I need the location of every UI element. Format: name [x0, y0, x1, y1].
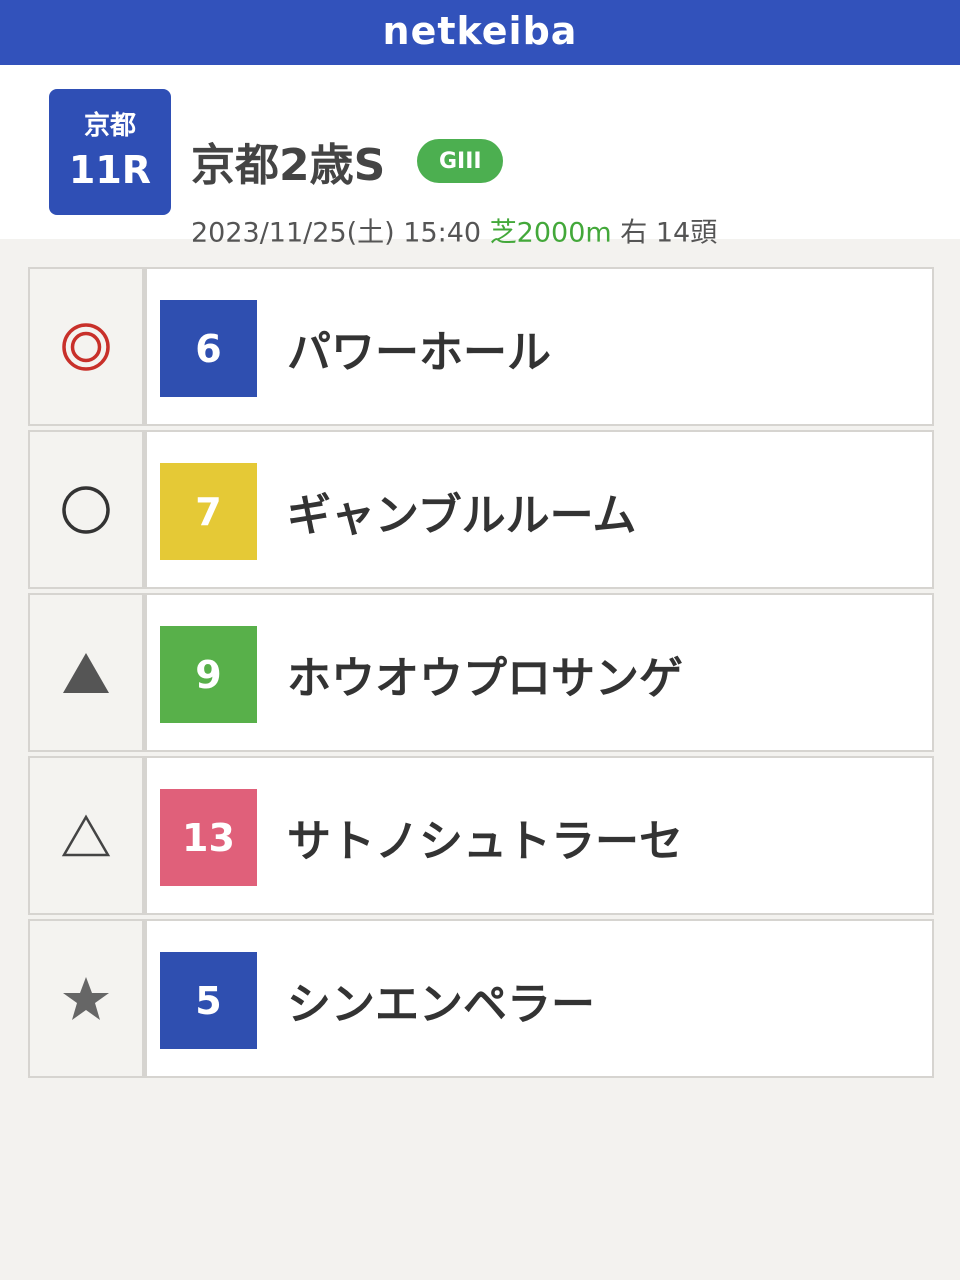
race-name: 京都2歳S [191, 140, 386, 191]
horse-cell[interactable]: 13 サトノシュトラーセ [145, 756, 934, 915]
horse-number-badge: 9 [160, 626, 257, 723]
double-circle-mark-icon [61, 322, 111, 372]
prediction-list: 6 パワーホール 7 ギャンブルルーム 9 ホウオウプロサンゲ 13 サトノシュ… [28, 267, 934, 1082]
prediction-row[interactable]: 9 ホウオウプロサンゲ [28, 593, 934, 752]
horse-number-badge: 5 [160, 952, 257, 1049]
horse-name[interactable]: ホウオウプロサンゲ [287, 642, 683, 706]
race-datetime: 2023/11/25(土) 15:40 [191, 217, 482, 249]
horse-number-badge: 7 [160, 463, 257, 560]
race-course: 芝2000m [489, 217, 612, 249]
mark-cell [28, 756, 142, 915]
top-bar: netkeiba [0, 0, 960, 65]
race-number: 11R [68, 148, 152, 192]
horse-cell[interactable]: 9 ホウオウプロサンゲ [145, 593, 934, 752]
mark-cell [28, 919, 142, 1078]
mark-cell [28, 430, 142, 589]
horse-cell[interactable]: 5 シンエンペラー [145, 919, 934, 1078]
prediction-row[interactable]: 6 パワーホール [28, 267, 934, 426]
horse-name[interactable]: サトノシュトラーセ [287, 805, 683, 869]
race-meta: 2023/11/25(土) 15:40 芝2000m 右 14頭 [191, 211, 717, 250]
open-triangle-mark-icon [61, 814, 111, 858]
race-title-row: 京都2歳S GIII [191, 129, 504, 193]
horse-name[interactable]: ギャンブルルーム [287, 479, 636, 543]
horse-number-badge: 6 [160, 300, 257, 397]
horse-number-badge: 13 [160, 789, 257, 886]
horse-name[interactable]: シンエンペラー [287, 968, 595, 1032]
race-badge: 京都 11R [49, 89, 171, 215]
race-venue: 京都 [83, 111, 136, 141]
netkeiba-logo[interactable]: netkeiba [383, 9, 578, 53]
mark-cell [28, 267, 142, 426]
horse-name[interactable]: パワーホール [287, 316, 551, 380]
star-mark-icon [61, 975, 111, 1023]
prediction-row[interactable]: 5 シンエンペラー [28, 919, 934, 1078]
prediction-row[interactable]: 7 ギャンブルルーム [28, 430, 934, 589]
race-header: 京都 11R 京都2歳S GIII 2023/11/25(土) 15:40 芝2… [0, 65, 960, 249]
circle-mark-icon [61, 485, 111, 535]
filled-triangle-mark-icon [61, 651, 111, 695]
horse-cell[interactable]: 7 ギャンブルルーム [145, 430, 934, 589]
mark-cell [28, 593, 142, 752]
prediction-row[interactable]: 13 サトノシュトラーセ [28, 756, 934, 915]
race-direction-heads: 右 14頭 [620, 217, 718, 249]
horse-cell[interactable]: 6 パワーホール [145, 267, 934, 426]
grade-badge: GIII [417, 139, 504, 183]
